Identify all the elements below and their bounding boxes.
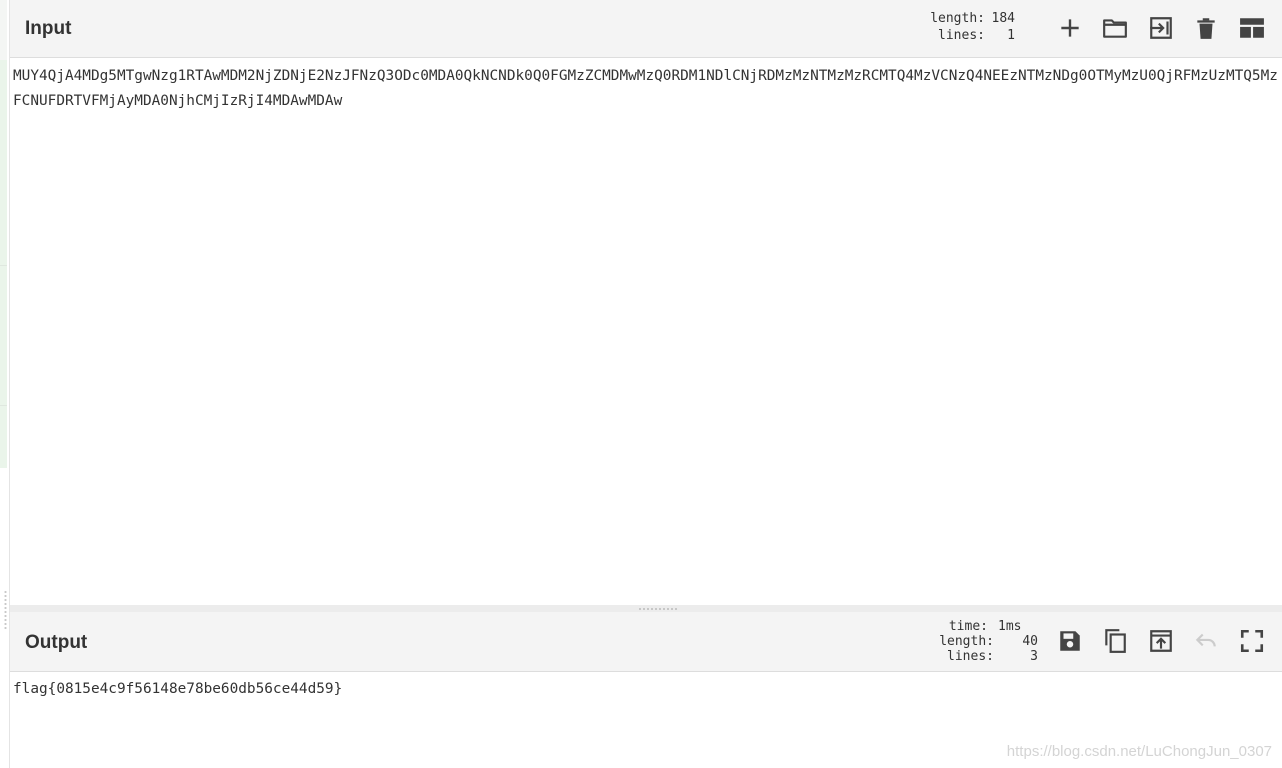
- lines-value: 3: [1030, 649, 1038, 664]
- lines-label: lines:: [947, 649, 994, 664]
- copy-icon: [1105, 629, 1126, 653]
- layout-icon: [1240, 18, 1264, 38]
- lines-label: lines:: [938, 28, 985, 43]
- save-icon: [1060, 631, 1080, 651]
- folder-icon: [1103, 19, 1127, 38]
- copy-output-button[interactable]: [1099, 625, 1131, 657]
- length-value: 40: [1022, 634, 1038, 649]
- time-value: 1ms: [998, 619, 1022, 634]
- reset-layout-button[interactable]: [1236, 12, 1268, 44]
- fullscreen-icon: [1240, 629, 1264, 653]
- resize-grip[interactable]: [4, 590, 7, 630]
- save-output-button[interactable]: [1054, 625, 1086, 657]
- panel-splitter[interactable]: [10, 605, 1282, 612]
- input-stats: length: 184 lines: 1: [905, 10, 1015, 44]
- input-text[interactable]: MUY4QjA4MDg5MTgwNzg1RTAwMDM2NjZDNjE2NzJF…: [13, 64, 1281, 114]
- watermark: https://blog.csdn.net/LuChongJun_0307: [1006, 743, 1272, 760]
- length-value: 184: [991, 11, 1015, 26]
- plus-icon: [1061, 19, 1079, 37]
- undo-icon: [1195, 633, 1216, 647]
- gutter-top: [0, 0, 7, 60]
- length-label: length:: [930, 11, 985, 26]
- open-file-button[interactable]: [1145, 12, 1177, 44]
- time-label: time:: [948, 619, 988, 634]
- input-title: Input: [25, 18, 72, 39]
- output-header: Output time: 1ms length: 40 lines: 3: [10, 612, 1282, 672]
- open-folder-button[interactable]: [1099, 12, 1131, 44]
- gutter-separator: [0, 265, 7, 266]
- replace-input-icon: [1150, 630, 1172, 652]
- output-title: Output: [25, 632, 88, 653]
- replace-input-button[interactable]: [1145, 625, 1177, 657]
- left-gutter: [0, 0, 9, 768]
- maximise-output-button[interactable]: [1236, 625, 1268, 657]
- import-icon: [1150, 17, 1172, 39]
- lines-value: 1: [1007, 28, 1015, 43]
- add-tab-button[interactable]: [1054, 12, 1086, 44]
- gutter-highlight: [0, 60, 7, 468]
- trash-icon: [1197, 18, 1215, 39]
- splitter-handle[interactable]: [638, 608, 678, 610]
- gutter-separator: [0, 405, 7, 406]
- clear-input-button[interactable]: [1190, 12, 1222, 44]
- output-text[interactable]: flag{0815e4c9f56148e78be60db56ce44d59}: [13, 677, 342, 701]
- length-label: length:: [939, 634, 994, 649]
- input-header: Input length: 184 lines: 1: [10, 0, 1282, 58]
- undo-button[interactable]: [1190, 625, 1222, 657]
- input-textarea[interactable]: MUY4QjA4MDg5MTgwNzg1RTAwMDM2NjZDNjE2NzJF…: [10, 59, 1282, 605]
- output-stats: time: 1ms length: 40 lines: 3: [910, 619, 1038, 664]
